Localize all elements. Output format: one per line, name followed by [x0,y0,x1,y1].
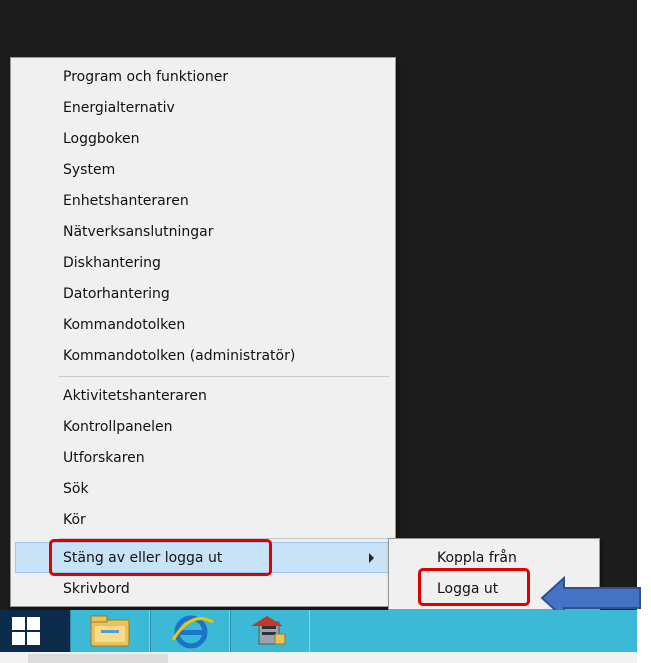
menu-item-kor[interactable]: Kör [11,505,395,536]
start-button[interactable] [0,610,70,652]
submenu-item-label: Logga ut [437,581,499,597]
menu-item-aktivitetshanteraren[interactable]: Aktivitetshanteraren [11,381,395,412]
menu-item-label: System [63,162,116,178]
menu-item-label: Skrivbord [63,581,130,597]
menu-item-label: Nätverksanslutningar [63,224,214,240]
menu-item-label: Loggboken [63,131,140,147]
menu-item-kommandotolken-admin[interactable]: Kommandotolken (administratör) [11,341,395,372]
windows-logo-icon [12,617,40,645]
menu-item-energialternativ[interactable]: Energialternativ [11,93,395,124]
menu-item-label: Enhetshanteraren [63,193,189,209]
menu-item-label: Kommandotolken (administratör) [63,348,296,364]
server-manager-icon [251,616,286,645]
menu-separator [59,376,389,377]
menu-item-label: Kör [63,512,86,528]
menu-item-natverksanslutningar[interactable]: Nätverksanslutningar [11,217,395,248]
menu-item-label: Program och funktioner [63,69,229,85]
background-strip-mark [28,654,168,663]
menu-separator [59,538,389,539]
internet-explorer-icon [171,615,214,649]
taskbar-server-manager[interactable] [230,610,310,652]
menu-item-label: Stäng av eller logga ut [63,550,223,566]
menu-item-kommandotolken[interactable]: Kommandotolken [11,310,395,341]
menu-item-label: Kontrollpanelen [63,419,173,435]
menu-item-label: Sök [63,481,89,497]
menu-item-program-och-funktioner[interactable]: Program och funktioner [11,62,395,93]
menu-item-datorhantering[interactable]: Datorhantering [11,279,395,310]
submenu-arrow-icon [369,553,374,563]
taskbar-internet-explorer[interactable] [150,610,230,652]
submenu-item-koppla-fran[interactable]: Koppla från [389,543,599,573]
menu-item-label: Datorhantering [63,286,170,302]
menu-item-sok[interactable]: Sök [11,474,395,505]
menu-item-loggboken[interactable]: Loggboken [11,124,395,155]
file-explorer-icon [90,615,130,647]
menu-item-label: Diskhantering [63,255,161,271]
menu-item-label: Aktivitetshanteraren [63,388,207,404]
menu-item-label: Utforskaren [63,450,145,466]
menu-item-system[interactable]: System [11,155,395,186]
menu-item-skrivbord[interactable]: Skrivbord [11,574,395,605]
menu-item-kontrollpanelen[interactable]: Kontrollpanelen [11,412,395,443]
menu-item-stang-av-eller-logga-ut[interactable]: Stäng av eller logga ut [15,542,391,573]
taskbar [0,610,637,652]
menu-item-enhetshanteraren[interactable]: Enhetshanteraren [11,186,395,217]
menu-item-label: Kommandotolken [63,317,186,333]
menu-item-label: Energialternativ [63,100,175,116]
menu-item-diskhantering[interactable]: Diskhantering [11,248,395,279]
menu-item-utforskaren[interactable]: Utforskaren [11,443,395,474]
submenu-item-label: Koppla från [437,550,517,566]
taskbar-file-explorer[interactable] [70,610,150,652]
power-user-menu: Program och funktioner Energialternativ … [10,57,396,607]
